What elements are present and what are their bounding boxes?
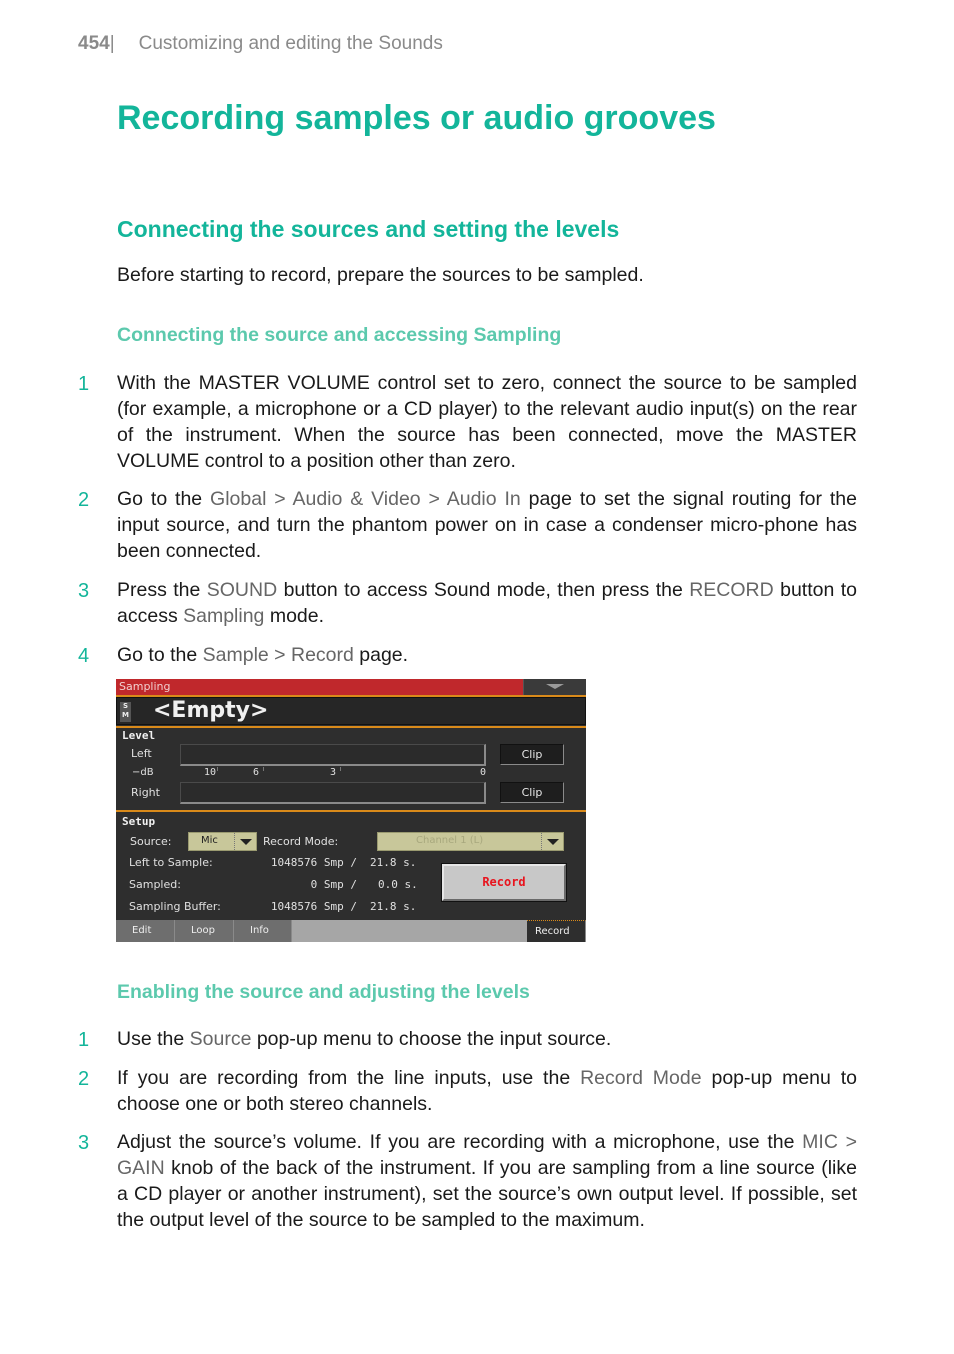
step-text-run: page. [353,644,409,666]
ui-keyword: SOUND [206,579,278,601]
step-number: 2 [78,1068,90,1090]
page-menu-button[interactable] [523,679,586,695]
db-scale-0: 0 [480,767,487,778]
right-channel-label: Right [131,786,160,799]
db-label: −dB [132,767,154,778]
tab-edit[interactable]: Edit [116,920,175,942]
scale-tick [263,767,264,771]
divider [116,810,586,812]
ui-keyword: Sampling [183,605,265,627]
screen-header: Sampling [116,679,586,695]
step-text: Use the Source pop-up menu to choose the… [117,1026,857,1052]
page-number: 454 [78,33,110,54]
sampling-buffer-label: Sampling Buffer: [129,900,221,913]
db-scale-10: 10 [204,767,217,778]
step-number: 4 [78,645,90,667]
section-heading: Connecting the sources and setting the l… [117,216,620,242]
step-text-run: Go to the [117,644,203,666]
sampled-label: Sampled: [129,878,181,891]
setup-section-label: Setup [122,815,156,828]
step-text: If you are recording from the line input… [117,1065,857,1117]
left-to-sample-label: Left to Sample: [129,856,213,869]
tab-info[interactable]: Info [234,920,292,942]
record-mode-value: Channel 1 (L) [416,835,484,846]
chapter-title: Customizing and editing the Sounds [138,33,443,54]
left-to-sample-seconds: 21.8 s. [370,856,417,869]
chevron-down-icon [546,684,564,689]
chevron-down-icon [547,839,559,845]
step-text-run: If you are recording from the line input… [117,1067,581,1089]
running-head-separator: | [109,33,115,54]
tab-bar: Edit Loop Info Record [116,920,586,942]
right-clip-indicator: Clip [500,782,564,803]
step-text: With the MASTER VOLUME control set to ze… [117,370,857,474]
ui-keyword: Source [189,1028,252,1050]
ui-keyword: RECORD [689,579,774,601]
step-number: 1 [78,373,90,395]
db-scale-3: 3 [330,767,337,778]
step-text-run: With the MASTER VOLUME control set to ze… [117,372,857,472]
step-text-run: Adjust the source’s volume. If you are r… [117,1131,803,1153]
ui-keyword: Sample > Record [202,644,354,666]
sampled-seconds: 0.0 s. [378,878,418,891]
db-scale-6: 6 [253,767,260,778]
left-clip-indicator: Clip [500,744,564,765]
step-text-run: Go to the [117,488,211,510]
step-number: 2 [78,489,90,511]
step-text-run: pop-up menu to choose the input source. [251,1028,612,1050]
sampled-samples: 0 Smp / [310,878,357,891]
step-text-run: Press the [117,579,207,601]
left-channel-label: Left [131,747,152,760]
running-head: 454| Customizing and editing the Sounds [78,33,443,55]
section-intro: Before starting to record, prepare the s… [117,264,644,286]
page-title: Recording samples or audio grooves [117,99,716,137]
sampling-buffer-seconds: 21.8 s. [370,900,417,913]
right-level-meter [180,782,486,804]
subsection-heading-connecting: Connecting the source and accessing Samp… [117,324,562,346]
tab-loop[interactable]: Loop [175,920,234,942]
sample-name: <Empty> [153,698,269,723]
left-level-meter [180,744,486,766]
step-text-run: Use the [117,1028,190,1050]
dropdown-arrow [541,833,563,850]
level-section-label: Level [122,729,156,742]
screen-header-title: Sampling [119,680,171,693]
source-label: Source: [130,835,172,848]
scale-tick [340,767,341,771]
ui-keyword: Record Mode [580,1067,702,1089]
dropdown-arrow [234,833,256,850]
subsection-heading-enabling: Enabling the source and adjusting the le… [117,981,530,1003]
sample-name-bar[interactable]: SM <Empty> [116,697,586,725]
step-text: Press the SOUND button to access Sound m… [117,577,857,629]
step-number: 1 [78,1029,90,1051]
divider [116,726,586,728]
step-text-run: mode. [264,605,325,627]
ui-keyword: Global > Audio & Video > Audio In [210,488,521,510]
chevron-down-icon [240,839,252,845]
sampling-buffer-samples: 1048576 Smp / [270,900,357,913]
step-text-run: button to access Sound mode, then press … [277,579,690,601]
left-to-sample-samples: 1048576 Smp / [270,856,357,869]
scale-tick [217,767,218,771]
sample-type-badge: SM [120,702,131,722]
record-mode-label: Record Mode: [263,835,339,848]
sampling-screen: Sampling SM <Empty> Level Left Clip −dB … [116,679,586,942]
source-value: Mic [201,835,218,846]
record-mode-dropdown[interactable]: Channel 1 (L) [377,832,564,851]
step-text-run: knob of the back of the instrument. If y… [117,1157,857,1231]
step-text: Go to the Sample > Record page. [117,642,857,668]
source-dropdown[interactable]: Mic [188,832,257,851]
step-number: 3 [78,580,90,602]
tab-record[interactable]: Record [527,920,586,942]
record-button[interactable]: Record [441,863,567,902]
step-text: Adjust the source’s volume. If you are r… [117,1129,857,1233]
step-text: Go to the Global > Audio & Video > Audio… [117,486,857,564]
step-number: 3 [78,1132,90,1154]
